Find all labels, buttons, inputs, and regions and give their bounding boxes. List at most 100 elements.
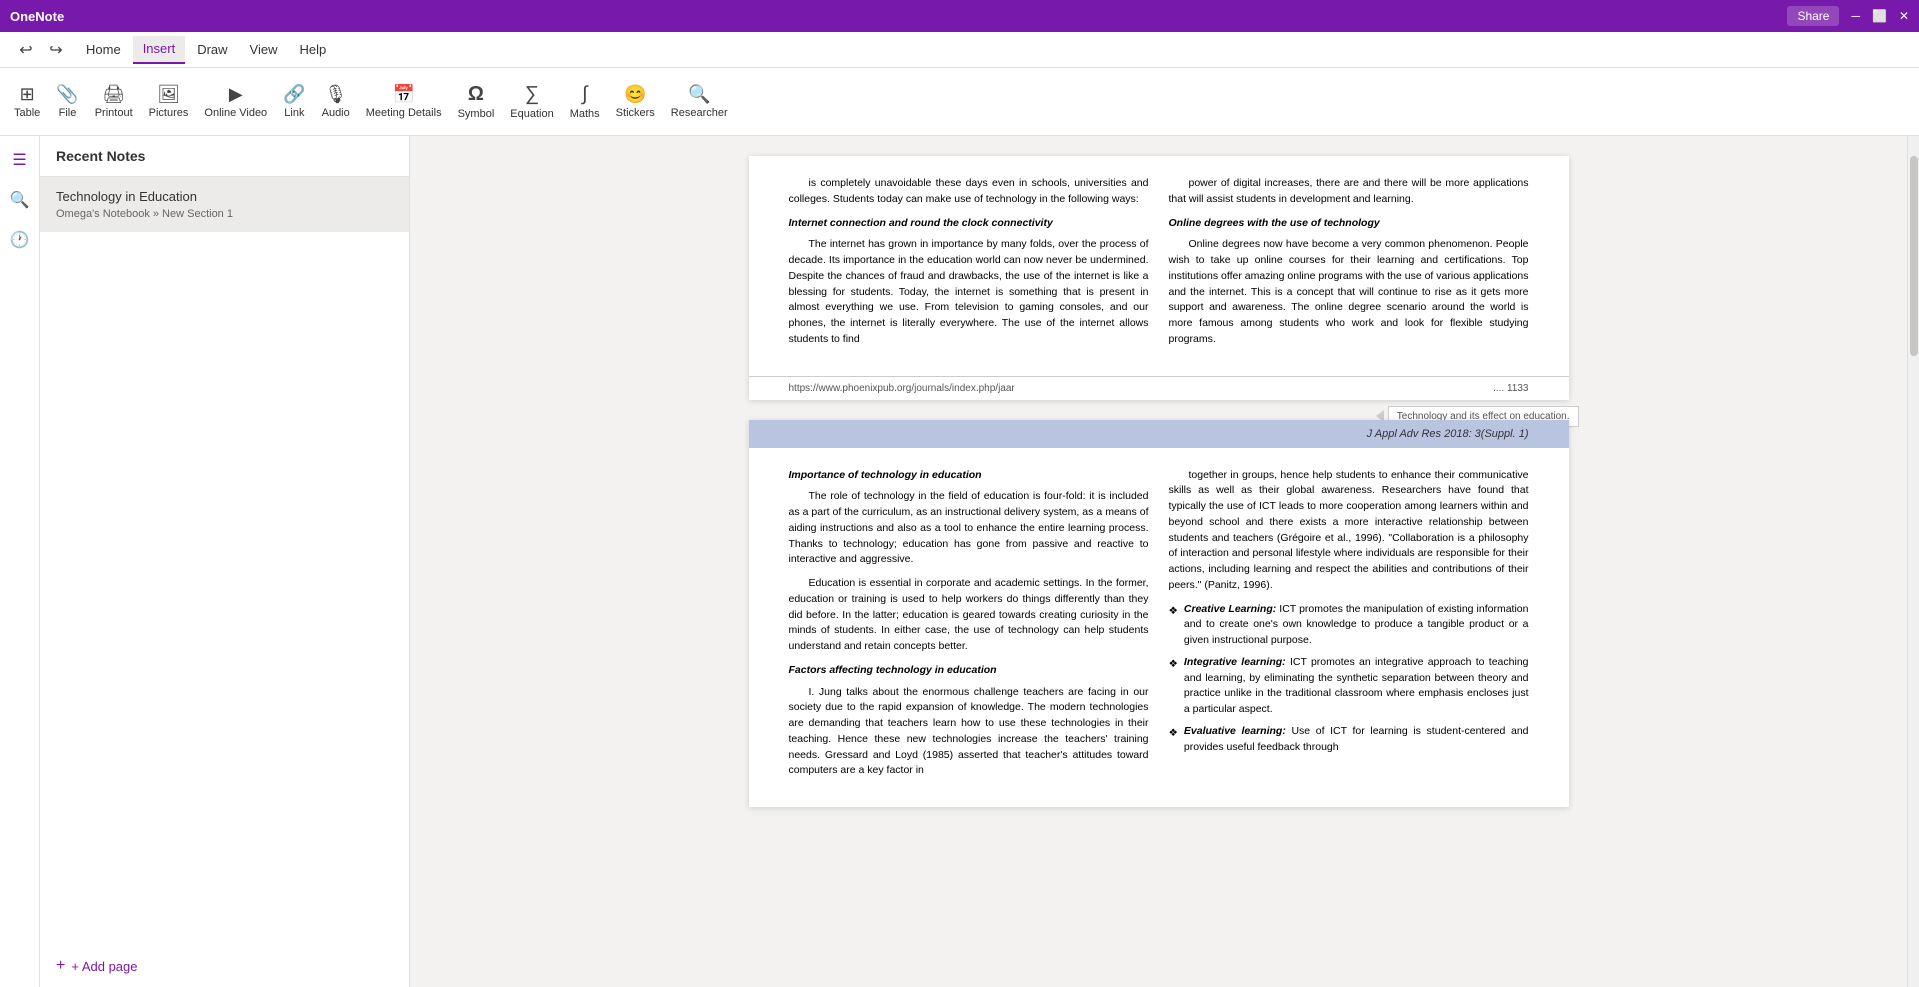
ribbon-researcher-label: Researcher (671, 107, 728, 119)
add-page-button[interactable]: + + Add page (40, 945, 409, 987)
page1-footer-dots: .... 1133 (1493, 383, 1528, 394)
page2-col1-para3: I. Jung talks about the enormous challen… (789, 685, 1149, 780)
ribbon-maths-label: Maths (570, 108, 600, 120)
note-subtitle: Omega's Notebook » New Section 1 (56, 208, 393, 220)
page2-content: Importance of technology in education Th… (749, 448, 1569, 808)
bullet-text-1: Integrative learning: ICT promotes an in… (1184, 655, 1529, 718)
page1-col2-heading1: Online degrees with the use of technolog… (1169, 216, 1529, 232)
scrollbar[interactable] (1907, 136, 1919, 987)
ribbon-printout-label: Printout (95, 107, 133, 119)
ribbon-file[interactable]: 📎 File (50, 82, 84, 121)
search-icon[interactable]: 🔍 (4, 184, 36, 216)
app-title: OneNote (10, 9, 64, 24)
notes-panel: Recent Notes Technology in Education Ome… (40, 136, 410, 987)
ribbon-link[interactable]: 🔗 Link (277, 82, 311, 121)
share-button[interactable]: Share (1787, 6, 1839, 26)
menu-view[interactable]: View (240, 36, 288, 64)
page-2: J Appl Adv Res 2018: 3(Suppl. 1) Importa… (749, 420, 1569, 808)
menu-draw[interactable]: Draw (187, 36, 237, 64)
page2-col2-bullets: ❖ Creative Learning: ICT promotes the ma… (1169, 602, 1529, 756)
window-maximize-button[interactable]: ⬜ (1872, 9, 1887, 23)
page1-col2-para2: Online degrees now have become a very co… (1169, 237, 1529, 347)
page1-col2-para1: power of digital increases, there are an… (1169, 176, 1529, 208)
ribbon-online-video[interactable]: ▶ Online Video (198, 82, 273, 121)
ribbon-equation-label: Equation (510, 108, 553, 120)
menu-help[interactable]: Help (290, 36, 337, 64)
note-title: Technology in Education (56, 189, 393, 204)
ribbon-audio[interactable]: 🎙 Audio (316, 82, 356, 121)
page2-col2-para1: together in groups, hence help students … (1169, 468, 1529, 594)
note-item-technology[interactable]: Technology in Education Omega's Notebook… (40, 177, 409, 232)
menu-bar: ↩ ↪ Home Insert Draw View Help (0, 32, 1919, 68)
redo-button[interactable]: ↪ (42, 36, 70, 64)
researcher-icon: 🔍 (688, 84, 710, 105)
ribbon-audio-label: Audio (322, 107, 350, 119)
pages-icon[interactable]: ☰ (4, 144, 36, 176)
history-icon[interactable]: 🕐 (4, 224, 36, 256)
bullet-item-2: ❖ Evaluative learning: Use of ICT for le… (1169, 724, 1529, 756)
ribbon-symbol[interactable]: Ω Symbol (452, 81, 501, 122)
ribbon-video-label: Online Video (204, 107, 267, 119)
page1-col1-para1: is completely unavoidable these days eve… (789, 176, 1149, 208)
table-icon: ⊞ (20, 84, 35, 105)
ribbon-symbol-label: Symbol (458, 108, 495, 120)
file-icon: 📎 (56, 84, 78, 105)
symbol-icon: Ω (468, 83, 484, 106)
ribbon-file-label: File (59, 107, 77, 119)
ribbon: ⊞ Table 📎 File 🖨 Printout 🖼 Pictures ▶ O… (0, 68, 1919, 136)
bullet-text-0: Creative Learning: ICT promotes the mani… (1184, 602, 1529, 649)
menu-insert[interactable]: Insert (133, 36, 186, 64)
notes-panel-header: Recent Notes (40, 136, 409, 177)
ribbon-table[interactable]: ⊞ Table (8, 82, 46, 121)
bullet-diamond-0: ❖ (1169, 604, 1178, 649)
stickers-icon: 😊 (624, 84, 646, 105)
window-close-button[interactable]: ✕ (1899, 9, 1909, 23)
link-icon: 🔗 (283, 84, 305, 105)
page2-col1: Importance of technology in education Th… (789, 468, 1149, 788)
audio-icon: 🎙 (324, 84, 347, 105)
window-minimize-button[interactable]: ─ (1851, 9, 1860, 23)
undo-redo-group: ↩ ↪ (8, 36, 74, 64)
title-bar-icons: Share ─ ⬜ ✕ (1787, 6, 1909, 26)
ribbon-stickers[interactable]: 😊 Stickers (610, 82, 661, 121)
ribbon-table-label: Table (14, 107, 40, 119)
bullet-item-0: ❖ Creative Learning: ICT promotes the ma… (1169, 602, 1529, 649)
main-area: ☰ 🔍 🕐 Recent Notes Technology in Educati… (0, 136, 1919, 987)
page-1: is completely unavoidable these days eve… (749, 156, 1569, 400)
add-icon: + (56, 957, 65, 975)
page2-col1-heading1: Importance of technology in education (789, 468, 1149, 484)
ribbon-researcher[interactable]: 🔍 Researcher (665, 82, 734, 121)
ribbon-equation[interactable]: ∑ Equation (504, 81, 559, 122)
page1-footer-url: https://www.phoenixpub.org/journals/inde… (789, 383, 1015, 394)
bullet-diamond-1: ❖ (1169, 657, 1178, 718)
title-bar-left: OneNote (10, 9, 64, 24)
scroll-thumb[interactable] (1910, 156, 1918, 356)
video-icon: ▶ (229, 84, 243, 105)
content-area[interactable]: is completely unavoidable these days eve… (410, 136, 1907, 987)
sidebar-icons: ☰ 🔍 🕐 (0, 136, 40, 987)
maths-icon: ∫ (582, 83, 587, 106)
pictures-icon: 🖼 (157, 84, 180, 105)
page2-col1-para2: Education is essential in corporate and … (789, 576, 1149, 655)
add-page-label: + Add page (71, 959, 137, 974)
printout-icon: 🖨 (102, 84, 125, 105)
title-bar: OneNote Share ─ ⬜ ✕ (0, 0, 1919, 32)
page1-footer-right: .... 1133 (1493, 383, 1528, 394)
page1-col1-para2: The internet has grown in importance by … (789, 237, 1149, 347)
ribbon-maths[interactable]: ∫ Maths (564, 81, 606, 122)
bullet-diamond-2: ❖ (1169, 726, 1178, 756)
ribbon-printout[interactable]: 🖨 Printout (89, 82, 139, 121)
ribbon-pictures[interactable]: 🖼 Pictures (143, 82, 195, 121)
undo-button[interactable]: ↩ (12, 36, 40, 64)
ribbon-stickers-label: Stickers (616, 107, 655, 119)
page1-col1-heading1: Internet connection and round the clock … (789, 216, 1149, 232)
ribbon-link-label: Link (284, 107, 304, 119)
ribbon-meeting-details[interactable]: 📅 Meeting Details (360, 82, 448, 121)
menu-home[interactable]: Home (76, 36, 131, 64)
page2-col2: together in groups, hence help students … (1169, 468, 1529, 788)
page1-col1: is completely unavoidable these days eve… (789, 176, 1149, 356)
bullet-item-1: ❖ Integrative learning: ICT promotes an … (1169, 655, 1529, 718)
page2-header: J Appl Adv Res 2018: 3(Suppl. 1) (749, 420, 1569, 448)
equation-icon: ∑ (525, 83, 539, 106)
ribbon-pictures-label: Pictures (149, 107, 189, 119)
